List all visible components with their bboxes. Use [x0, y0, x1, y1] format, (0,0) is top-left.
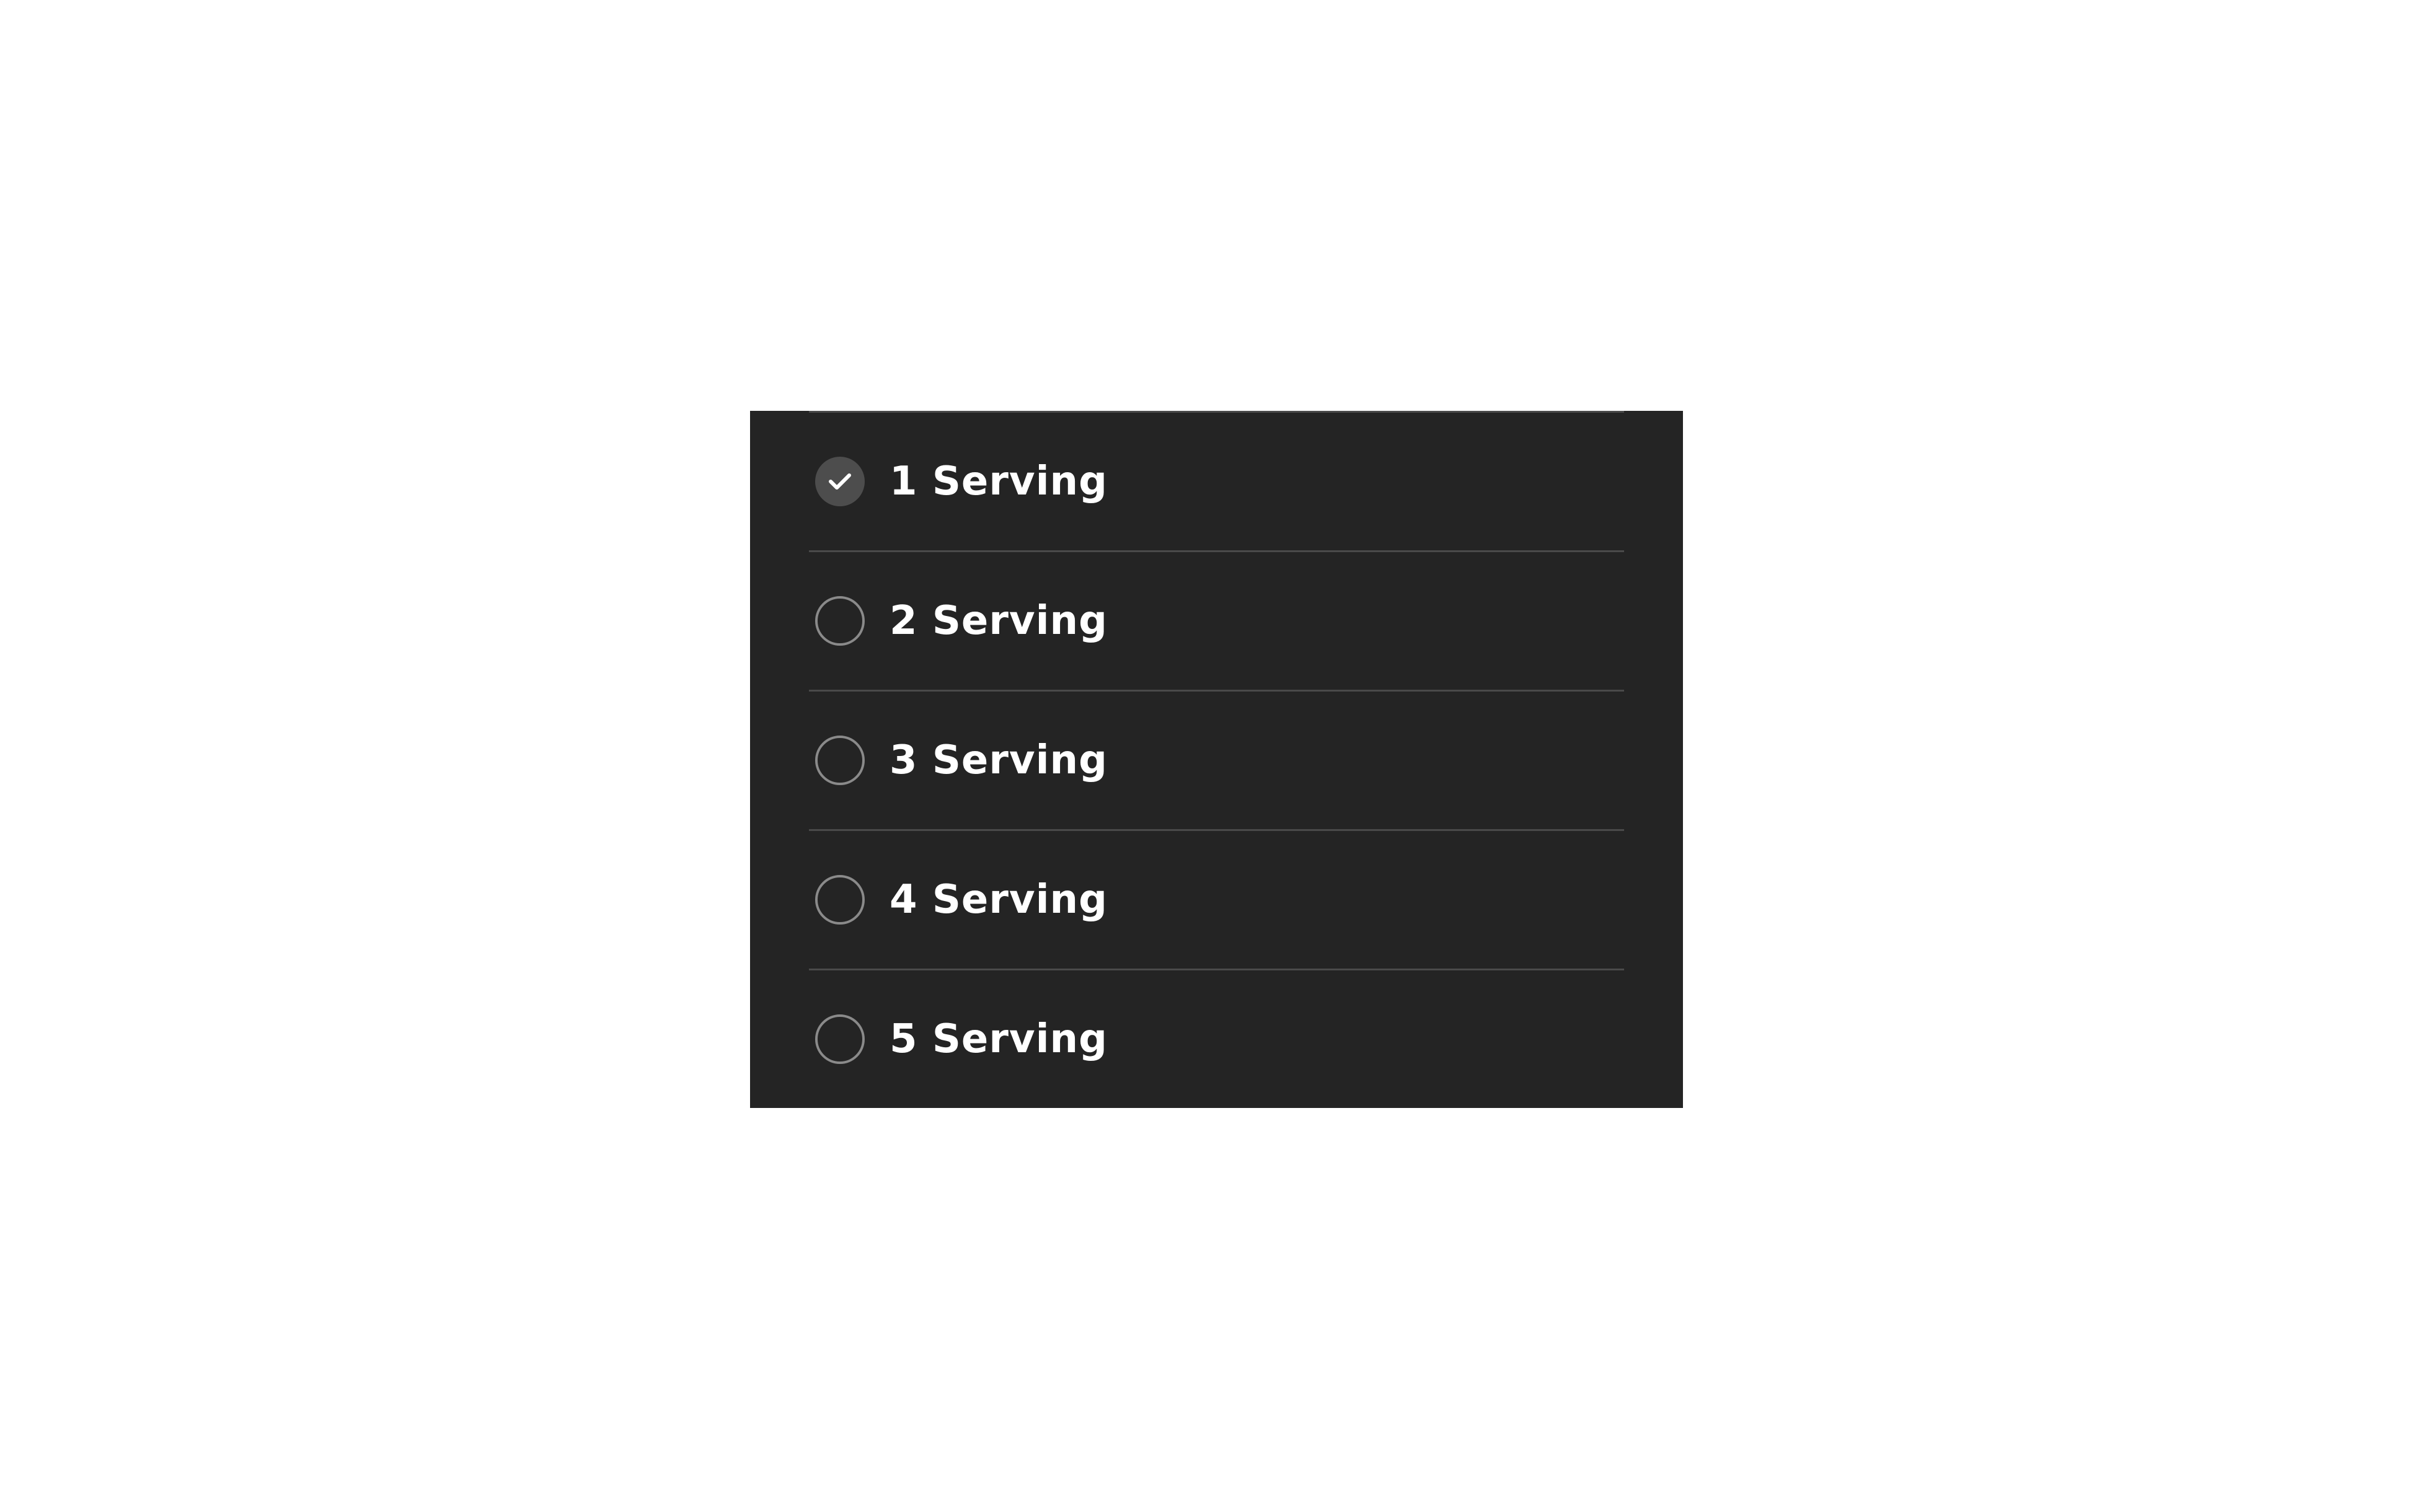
- serving-option-label: 5 Serving: [890, 1016, 1108, 1062]
- radio-checked-icon[interactable]: [815, 457, 865, 506]
- serving-option-2[interactable]: 2 Serving: [809, 550, 1624, 690]
- serving-option-5[interactable]: 5 Serving: [809, 969, 1624, 1108]
- serving-option-label: 4 Serving: [890, 877, 1108, 923]
- serving-option-list: 1 Serving 2 Serving 3 Serving 4 Serving …: [809, 411, 1624, 1108]
- serving-option-label: 3 Serving: [890, 737, 1108, 783]
- radio-empty-icon[interactable]: [815, 736, 865, 785]
- serving-option-label: 1 Serving: [890, 459, 1108, 504]
- radio-empty-icon[interactable]: [815, 1014, 865, 1064]
- serving-option-4[interactable]: 4 Serving: [809, 829, 1624, 969]
- serving-option-3[interactable]: 3 Serving: [809, 690, 1624, 829]
- serving-option-label: 2 Serving: [890, 598, 1108, 644]
- check-icon: [829, 473, 851, 490]
- serving-option-1[interactable]: 1 Serving: [809, 411, 1624, 550]
- radio-empty-icon[interactable]: [815, 875, 865, 925]
- radio-empty-icon[interactable]: [815, 596, 865, 646]
- serving-options-panel: 1 Serving 2 Serving 3 Serving 4 Serving …: [750, 411, 1683, 1108]
